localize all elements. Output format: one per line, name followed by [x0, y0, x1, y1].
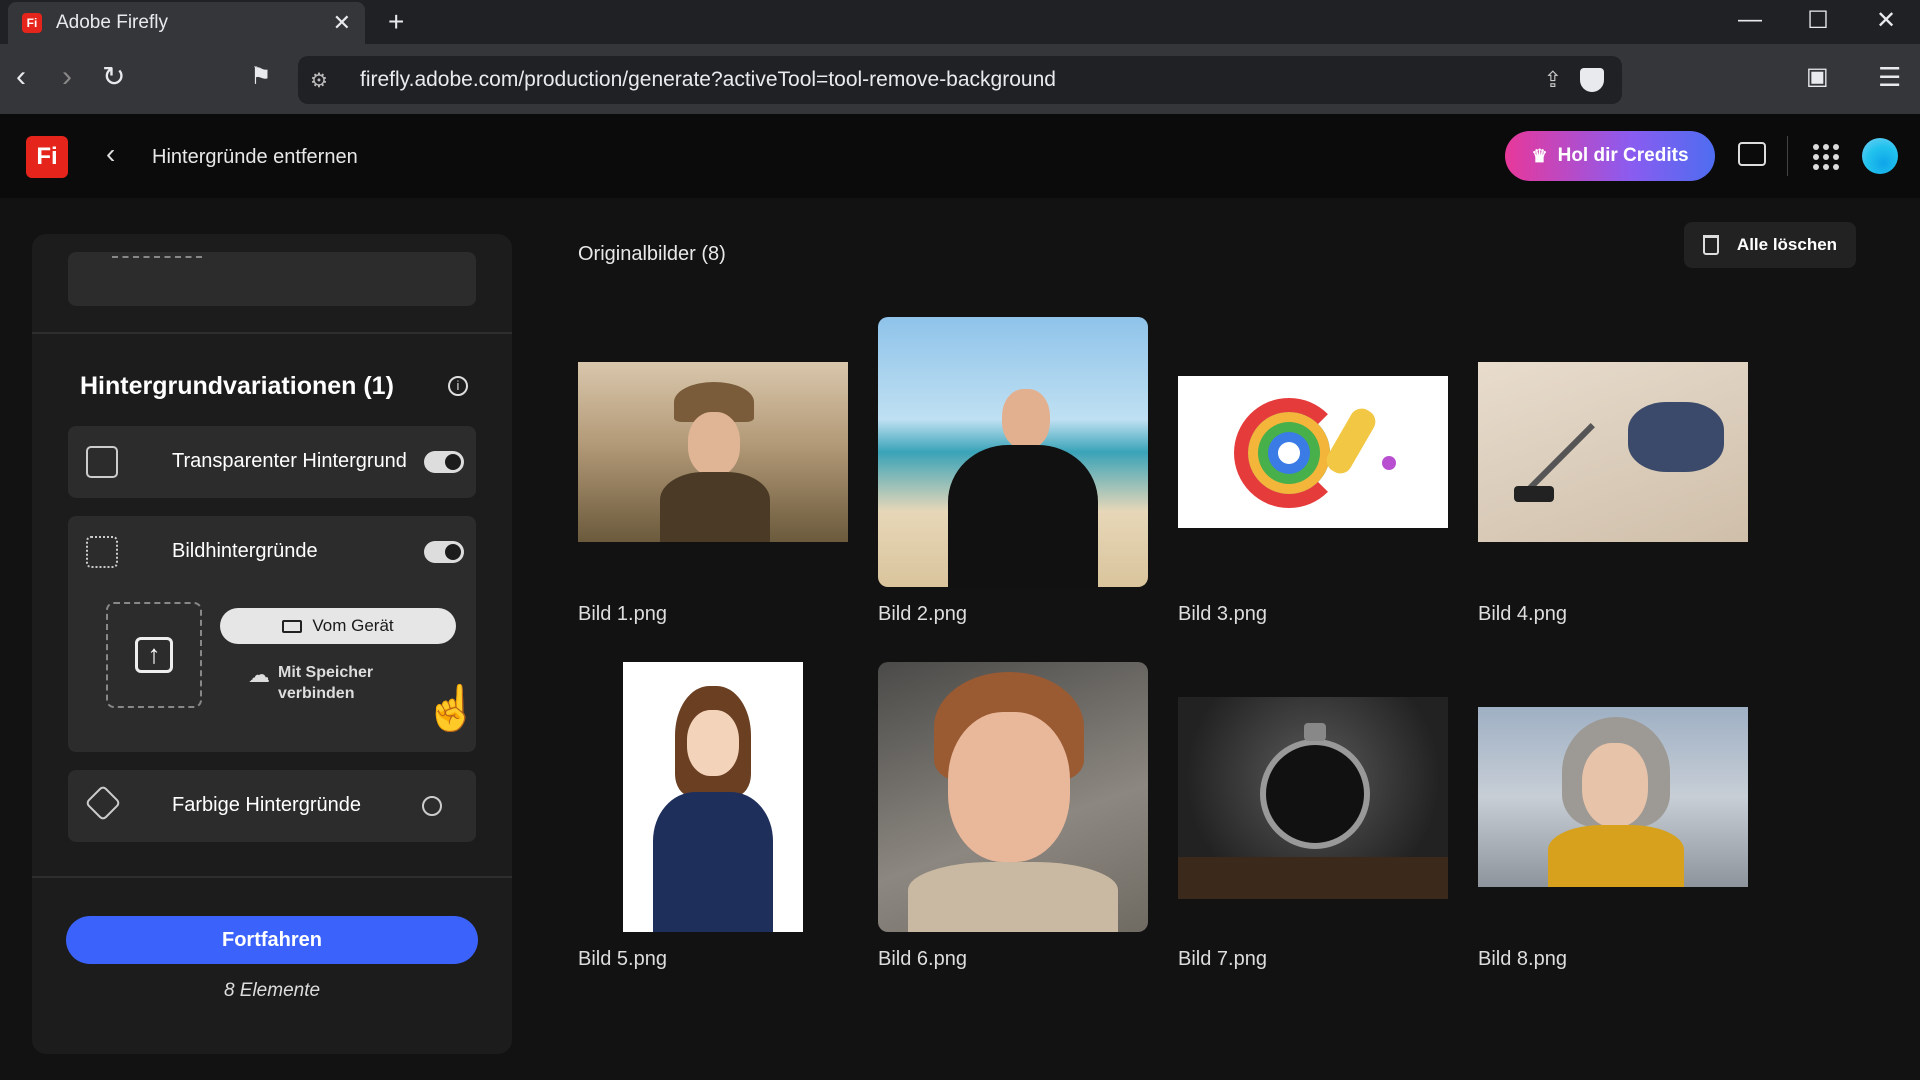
option-label: Farbige Hintergründe [172, 794, 361, 816]
image-thumbnail[interactable] [1178, 697, 1448, 899]
clear-label: Alle löschen [1736, 235, 1838, 254]
device-label: Vom Gerät [312, 616, 394, 635]
window-close-icon[interactable]: ✕ [1866, 6, 1906, 35]
reload-icon[interactable]: ↻ [102, 62, 125, 92]
get-credits-button[interactable]: ♛ Hol dir Credits [1505, 131, 1715, 181]
tab-title: Adobe Firefly [56, 12, 168, 33]
address-bar[interactable]: ⚙ firefly.adobe.com/production/generate?… [298, 56, 1622, 104]
option-colored-backgrounds[interactable]: Farbige Hintergründe [68, 770, 476, 842]
image-thumbnail[interactable] [1478, 707, 1748, 887]
swap-image-icon [86, 536, 118, 568]
forward-icon[interactable]: › [62, 62, 72, 92]
option-label: Transparenter Hintergrund [172, 450, 407, 472]
paint-bucket-icon [84, 784, 122, 822]
image-thumbnail[interactable] [878, 317, 1148, 587]
image-icon [86, 446, 118, 478]
avatar[interactable] [1862, 138, 1898, 174]
elements-count: 8 Elemente [223, 980, 321, 1001]
back-icon[interactable]: ‹ [16, 62, 26, 92]
info-icon[interactable]: i [448, 376, 468, 396]
upload-dropzone[interactable]: ↑ [106, 602, 202, 708]
upload-preview-card [68, 252, 476, 306]
apps-grid-icon[interactable] [1813, 144, 1839, 170]
clear-all-button[interactable]: Alle löschen [1684, 222, 1856, 268]
credits-label: Hol dir Credits [1557, 145, 1689, 166]
back-arrow-icon[interactable]: ‹ [106, 138, 115, 170]
variations-title: Hintergrundvariationen (1) [80, 372, 394, 400]
hand-cursor-icon: ☝ [424, 684, 479, 733]
menu-icon[interactable]: ☰ [1878, 62, 1901, 92]
option-image-backgrounds: Bildhintergründe ↑ Vom Gerät ☁ Mit Speic… [68, 516, 476, 752]
laptop-icon [282, 619, 303, 633]
image-label: Bild 5.png [578, 948, 667, 970]
image-bg-toggle[interactable] [424, 541, 464, 563]
image-label: Bild 6.png [878, 948, 967, 970]
continue-button[interactable]: Fortfahren [66, 916, 478, 964]
browser-tab[interactable]: Fi Adobe Firefly ✕ [8, 2, 365, 44]
cloud-upload-icon: ☁ [248, 662, 270, 687]
page-title: Hintergründe entfernen [152, 146, 358, 168]
bookmark-icon[interactable]: ⚑ [250, 62, 272, 92]
feedback-icon[interactable] [1738, 142, 1766, 166]
site-settings-icon[interactable]: ⚙ [310, 68, 350, 93]
transparent-toggle[interactable] [424, 451, 464, 473]
image-thumbnail[interactable] [1178, 376, 1448, 528]
new-tab-icon[interactable]: + [388, 6, 404, 38]
brave-shield-icon[interactable] [1580, 68, 1604, 92]
option-label: Bildhintergründe [172, 540, 318, 562]
image-label: Bild 4.png [1478, 603, 1567, 625]
share-icon[interactable]: ⇪ [1544, 67, 1562, 93]
panel-divider [32, 876, 512, 878]
image-label: Bild 3.png [1178, 603, 1267, 625]
trash-icon [1702, 235, 1719, 255]
image-thumbnail[interactable] [1478, 362, 1748, 542]
colored-radio[interactable] [422, 796, 442, 816]
browser-nav-bar: ‹ › ↻ ⚑ ⚙ firefly.adobe.com/production/g… [0, 44, 1920, 114]
panel-divider [32, 332, 512, 334]
connect-storage-link[interactable]: ☁ Mit Speicher verbinden [248, 662, 388, 704]
maximize-icon[interactable]: ☐ [1798, 6, 1838, 35]
from-device-button[interactable]: Vom Gerät [220, 608, 456, 644]
original-images-title: Originalbilder (8) [578, 243, 726, 265]
browser-tab-bar: Fi Adobe Firefly ✕ + — ☐ ✕ [0, 0, 1920, 44]
upload-icon: ↑ [135, 637, 173, 673]
firefly-logo[interactable]: Fi [26, 136, 68, 178]
header-divider [1787, 136, 1788, 176]
app-header: Fi ‹ Hintergründe entfernen ♛ Hol dir Cr… [0, 114, 1920, 198]
image-thumbnail[interactable] [878, 662, 1148, 932]
option-transparent-background[interactable]: Transparenter Hintergrund [68, 426, 476, 498]
reader-mode-icon[interactable]: ▣ [1806, 62, 1829, 92]
cloud-label: Mit Speicher verbinden [278, 664, 374, 702]
image-label: Bild 7.png [1178, 948, 1267, 970]
image-thumbnail[interactable] [623, 662, 803, 932]
minimize-icon[interactable]: — [1730, 6, 1770, 34]
settings-panel: Hintergrundvariationen (1) i Transparent… [32, 234, 512, 1054]
url-text[interactable]: firefly.adobe.com/production/generate?ac… [360, 68, 1544, 92]
image-label: Bild 1.png [578, 603, 667, 625]
close-tab-icon[interactable]: ✕ [333, 10, 351, 36]
firefly-favicon-icon: Fi [22, 13, 42, 33]
crown-icon: ♛ [1531, 145, 1548, 166]
image-thumbnail[interactable] [578, 362, 848, 542]
image-label: Bild 2.png [878, 603, 967, 625]
image-label: Bild 8.png [1478, 948, 1567, 970]
